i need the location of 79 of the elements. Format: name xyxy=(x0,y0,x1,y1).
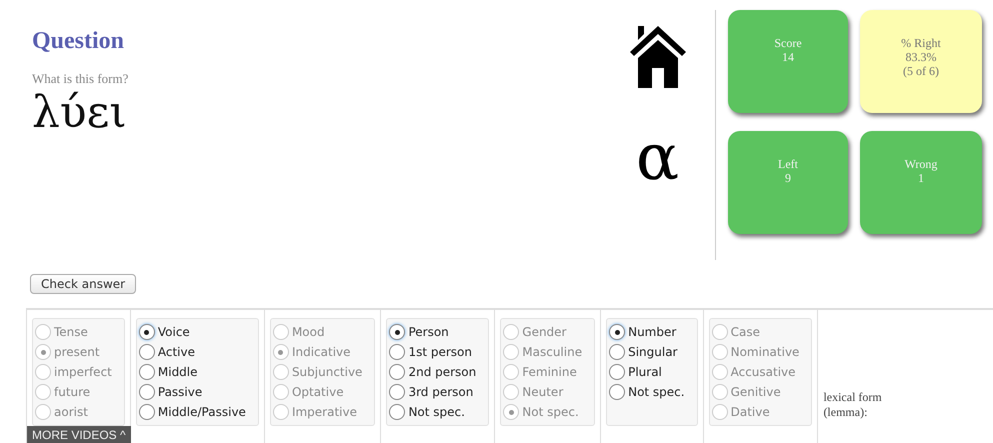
option-label: Imperative xyxy=(292,405,357,419)
option-label: Dative xyxy=(730,405,770,419)
radio-button[interactable] xyxy=(389,384,406,400)
score-tile: Wrong 1 xyxy=(860,131,982,234)
radio-button[interactable] xyxy=(138,364,155,380)
option-label: Masculine xyxy=(522,345,582,359)
option-label: Neuter xyxy=(522,385,564,399)
radio-button[interactable] xyxy=(138,404,155,420)
score-tile: Score 14 xyxy=(728,10,848,113)
radio-button[interactable] xyxy=(712,344,728,360)
question-prompt: What is this form? xyxy=(32,71,130,87)
radio-button[interactable] xyxy=(138,344,155,360)
option-label: future xyxy=(54,385,90,399)
option-label: Case xyxy=(730,325,760,339)
option-label: aorist xyxy=(54,405,88,419)
option-label: Passive xyxy=(158,385,202,399)
radio-button[interactable] xyxy=(712,404,728,420)
option-label: Genitive xyxy=(730,385,781,399)
radio-button[interactable] xyxy=(35,404,51,420)
option-label: Mood xyxy=(292,325,325,339)
radio-button[interactable] xyxy=(389,364,406,380)
radio-button[interactable] xyxy=(389,344,406,360)
radio-button[interactable] xyxy=(272,384,289,400)
radio-button[interactable] xyxy=(503,324,520,340)
radio-button[interactable] xyxy=(35,324,51,340)
option-label: Person xyxy=(408,325,449,339)
alphabet-letter[interactable]: α xyxy=(636,126,680,190)
radio-button[interactable] xyxy=(389,404,406,420)
option-label: present xyxy=(54,345,100,359)
check-answer-button[interactable]: Check answer xyxy=(30,274,136,294)
option-label: 3rd person xyxy=(408,385,474,399)
radio-button[interactable] xyxy=(272,404,289,420)
radio-button[interactable] xyxy=(272,344,289,360)
option-label: Voice xyxy=(158,325,190,339)
radio-button[interactable] xyxy=(272,324,289,340)
radio-button[interactable] xyxy=(138,324,155,340)
radio-button[interactable] xyxy=(503,404,520,420)
radio-button[interactable] xyxy=(35,384,51,400)
option-label: Plural xyxy=(628,365,662,379)
option-label: imperfect xyxy=(54,365,112,379)
option-label: Not spec. xyxy=(628,385,685,399)
option-label: Accusative xyxy=(730,365,796,379)
option-label: Indicative xyxy=(292,345,351,359)
score-tile: % Right 83.3% (5 of 6) xyxy=(860,10,982,113)
radio-button[interactable] xyxy=(503,364,520,380)
option-label: Middle/Passive xyxy=(158,405,246,419)
radio-button[interactable] xyxy=(272,364,289,380)
greek-word: λύει xyxy=(32,87,128,138)
radio-button[interactable] xyxy=(389,324,406,340)
option-label: Middle xyxy=(158,365,198,379)
radio-button[interactable] xyxy=(35,344,51,360)
option-label: 2nd person xyxy=(408,365,476,379)
radio-button[interactable] xyxy=(712,364,728,380)
radio-button[interactable] xyxy=(35,364,51,380)
radio-button[interactable] xyxy=(712,324,728,340)
option-label: Singular xyxy=(628,345,678,359)
radio-button[interactable] xyxy=(138,384,155,400)
radio-button[interactable] xyxy=(503,344,520,360)
radio-button[interactable] xyxy=(609,364,626,380)
radio-button[interactable] xyxy=(609,344,626,360)
option-label: Nominative xyxy=(730,345,800,359)
more-videos-button[interactable]: MORE VIDEOS ^ xyxy=(27,426,131,443)
question-title: Question xyxy=(32,28,126,55)
option-label: Number xyxy=(628,325,676,339)
option-label: Gender xyxy=(522,325,566,339)
radio-button[interactable] xyxy=(609,384,626,400)
option-label: Not spec. xyxy=(408,405,465,419)
option-label: Active xyxy=(158,345,195,359)
score-tile: Left 9 xyxy=(728,131,848,234)
option-label: Optative xyxy=(292,385,344,399)
option-label: 1st person xyxy=(408,345,472,359)
option-label: Tense xyxy=(54,325,88,339)
radio-button[interactable] xyxy=(712,384,728,400)
option-label: Not spec. xyxy=(522,405,579,419)
radio-button[interactable] xyxy=(503,384,520,400)
lexical-form-label: lexical form (lemma): xyxy=(822,389,883,421)
option-label: Subjunctive xyxy=(292,365,362,379)
radio-button[interactable] xyxy=(609,324,626,340)
option-label: Feminine xyxy=(522,365,577,379)
